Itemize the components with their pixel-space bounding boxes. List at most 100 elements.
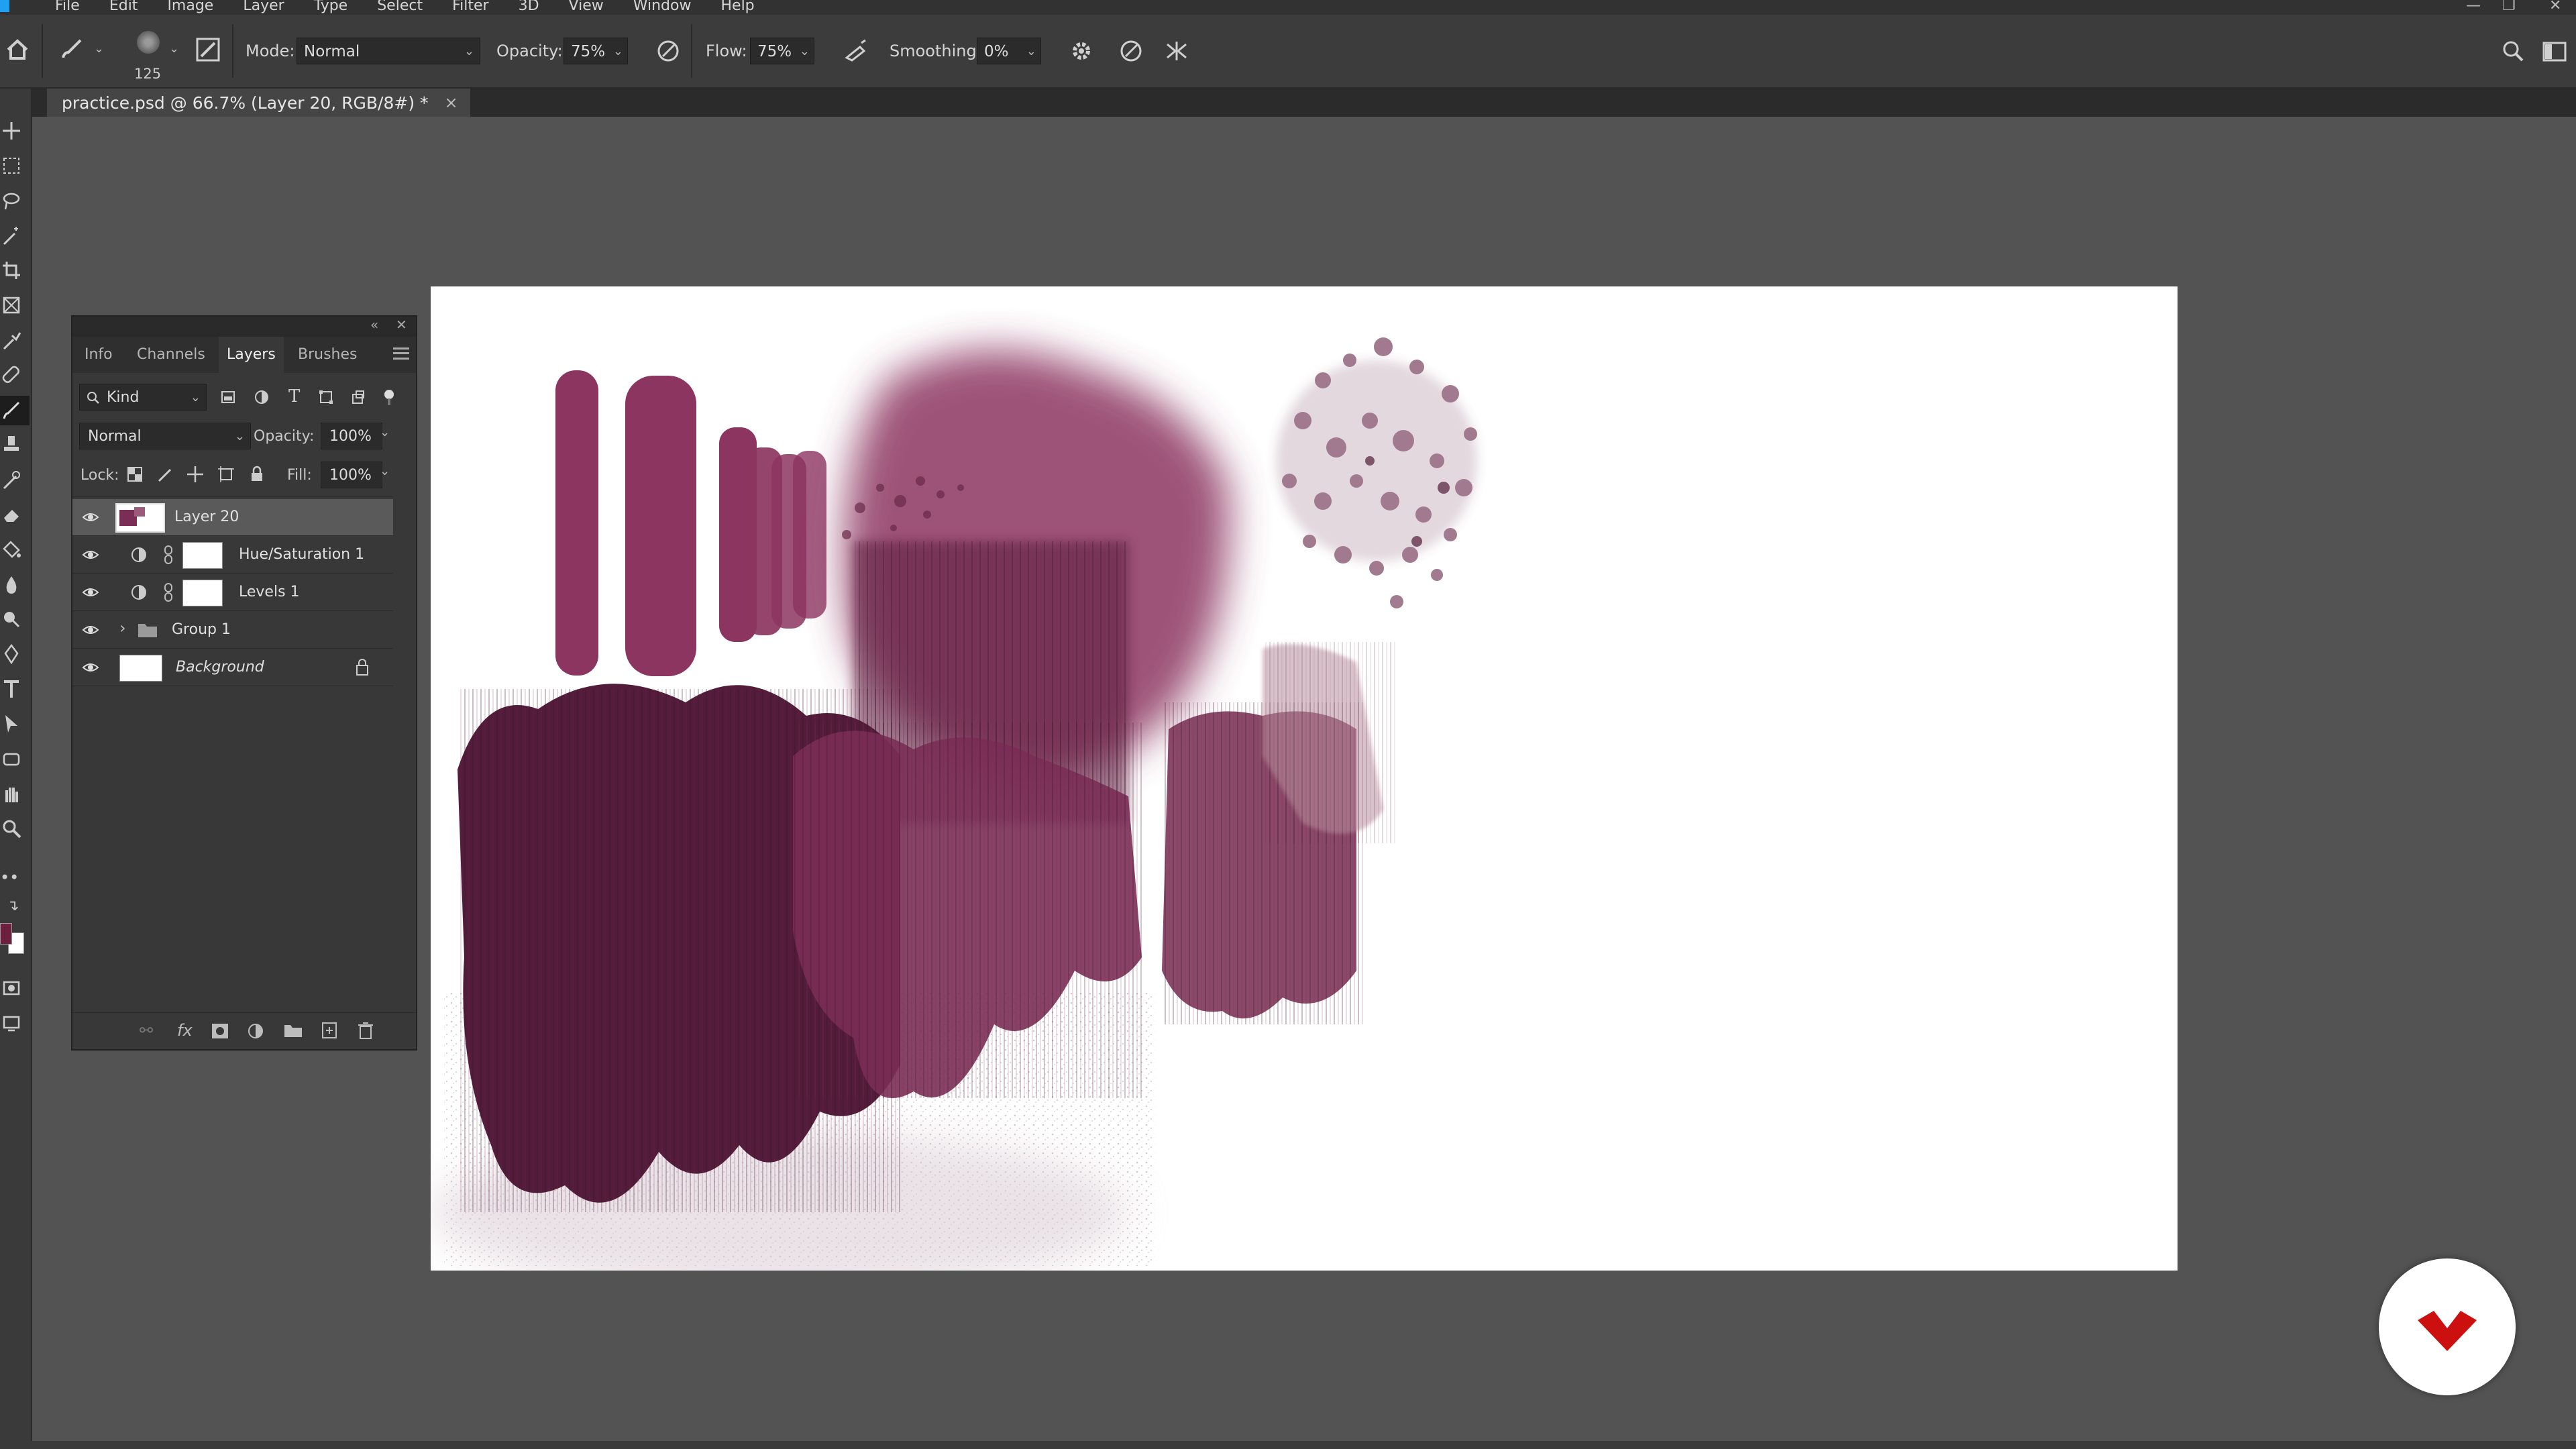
- layer-row-layer-20[interactable]: Layer 20: [72, 499, 393, 535]
- quick-mask-icon[interactable]: [1, 978, 21, 998]
- layer-opacity-input[interactable]: 100%: [321, 423, 382, 449]
- lock-transparent-icon[interactable]: [126, 466, 144, 483]
- layer-filter-select[interactable]: Kind ⌄: [79, 384, 207, 411]
- menu-edit[interactable]: Edit: [95, 0, 153, 13]
- history-brush-tool-icon[interactable]: [1, 470, 21, 490]
- visibility-eye-icon[interactable]: [82, 621, 99, 639]
- eyedropper-tool-icon[interactable]: [1, 330, 21, 350]
- filter-toggle-icon[interactable]: [382, 388, 396, 407]
- layer-name[interactable]: Hue/Saturation 1: [239, 546, 364, 563]
- lock-artboard-icon[interactable]: [217, 466, 235, 483]
- tool-preset-chevron-down-icon[interactable]: ⌄: [94, 42, 104, 56]
- tab-layers[interactable]: Layers: [219, 337, 284, 373]
- layer-row-levels-1[interactable]: Levels 1: [72, 574, 393, 610]
- symmetry-icon[interactable]: [1163, 38, 1190, 64]
- add-mask-icon[interactable]: [211, 1022, 229, 1040]
- brush-picker-chevron-down-icon[interactable]: ⌄: [169, 42, 179, 56]
- flow-input[interactable]: 75% ⌄: [750, 38, 814, 64]
- menu-image[interactable]: Image: [152, 0, 228, 13]
- opacity-input[interactable]: 75% ⌄: [564, 38, 628, 64]
- magic-wand-tool-icon[interactable]: [1, 225, 21, 246]
- pen-tool-icon[interactable]: [1, 644, 21, 664]
- healing-brush-tool-icon[interactable]: [1, 365, 21, 385]
- new-layer-icon[interactable]: [321, 1021, 338, 1040]
- brush-size-preview[interactable]: 125: [127, 28, 168, 85]
- layer-row-group-1[interactable]: › Group 1: [72, 612, 393, 648]
- marquee-tool-icon[interactable]: [1, 156, 21, 176]
- close-icon[interactable]: ×: [445, 93, 458, 112]
- close-window-icon[interactable]: ✕: [2549, 0, 2561, 14]
- filter-type-icon[interactable]: T: [288, 386, 300, 407]
- tab-brushes[interactable]: Brushes: [298, 337, 357, 373]
- more-tools-icon[interactable]: ••: [0, 868, 19, 887]
- smoothing-input[interactable]: 0% ⌄: [977, 38, 1041, 64]
- mask-link-icon[interactable]: [164, 582, 173, 602]
- menu-layer[interactable]: Layer: [228, 0, 299, 13]
- visibility-eye-icon[interactable]: [82, 546, 99, 564]
- menu-type[interactable]: Type: [299, 0, 363, 13]
- menu-window[interactable]: Window: [619, 0, 706, 13]
- home-icon[interactable]: [4, 36, 31, 63]
- collapse-panel-icon[interactable]: «: [370, 317, 378, 333]
- layer-name[interactable]: Layer 20: [174, 508, 239, 525]
- expand-group-chevron-right-icon[interactable]: ›: [119, 619, 126, 637]
- paint-bucket-tool-icon[interactable]: [1, 539, 21, 559]
- minimize-icon[interactable]: —: [2466, 0, 2481, 14]
- filter-shape-icon[interactable]: [318, 389, 334, 405]
- opacity-chevron-down-icon[interactable]: ⌄: [380, 425, 390, 439]
- mask-link-icon[interactable]: [164, 545, 173, 565]
- clone-stamp-tool-icon[interactable]: [1, 435, 21, 455]
- menu-file[interactable]: File: [40, 0, 95, 13]
- move-tool-icon[interactable]: [1, 121, 21, 141]
- path-selection-tool-icon[interactable]: [1, 714, 21, 734]
- screen-mode-icon[interactable]: [1, 1013, 21, 1033]
- brush-tool-icon[interactable]: [1, 400, 21, 420]
- airbrush-icon[interactable]: [843, 38, 869, 64]
- eraser-tool-icon[interactable]: [1, 504, 21, 525]
- pressure-size-icon[interactable]: [1118, 38, 1144, 64]
- zoom-tool-icon[interactable]: [1, 818, 21, 839]
- hand-tool-icon[interactable]: [1, 784, 21, 804]
- dodge-tool-icon[interactable]: [1, 609, 21, 629]
- filter-pixel-icon[interactable]: [220, 389, 236, 405]
- brush-tool-icon[interactable]: [58, 36, 85, 63]
- chevron-down-icon[interactable]: ⌄: [800, 38, 810, 65]
- lock-pixels-icon[interactable]: [157, 466, 174, 483]
- chevron-down-icon[interactable]: ⌄: [613, 38, 623, 65]
- blend-mode-select[interactable]: Normal ⌄: [79, 423, 251, 449]
- new-group-folder-icon[interactable]: [283, 1022, 303, 1038]
- layer-row-background[interactable]: Background: [72, 649, 393, 686]
- tab-channels[interactable]: Channels: [137, 337, 205, 373]
- layer-style-fx-icon[interactable]: fx: [177, 1021, 193, 1040]
- filter-adjustment-icon[interactable]: [254, 389, 270, 405]
- tab-info[interactable]: Info: [85, 337, 113, 373]
- document-tab[interactable]: practice.psd @ 66.7% (Layer 20, RGB/8#) …: [47, 89, 470, 117]
- layer-name[interactable]: Group 1: [172, 621, 231, 638]
- layer-name[interactable]: Background: [176, 659, 264, 676]
- mode-select[interactable]: Normal ⌄: [297, 38, 480, 64]
- type-tool-icon[interactable]: [1, 679, 21, 699]
- crop-tool-icon[interactable]: [1, 260, 21, 280]
- menu-view[interactable]: View: [554, 0, 619, 13]
- fill-chevron-down-icon[interactable]: ⌄: [380, 464, 390, 478]
- fill-input[interactable]: 100%: [321, 462, 382, 488]
- shape-tool-icon[interactable]: [1, 749, 21, 769]
- visibility-eye-icon[interactable]: [82, 508, 99, 526]
- chevron-down-icon[interactable]: ⌄: [1026, 38, 1036, 65]
- swap-colors-icon[interactable]: ↴: [7, 898, 19, 914]
- layer-row-hue-saturation-1[interactable]: Hue/Saturation 1: [72, 537, 393, 573]
- filter-smart-object-icon[interactable]: [350, 389, 366, 405]
- canvas[interactable]: [431, 286, 2178, 1271]
- search-icon[interactable]: [2500, 38, 2526, 64]
- gear-icon[interactable]: [1068, 38, 1095, 64]
- menu-3d[interactable]: 3D: [504, 0, 554, 13]
- brush-settings-icon[interactable]: [195, 36, 221, 63]
- close-panel-icon[interactable]: ✕: [396, 317, 407, 333]
- delete-layer-trash-icon[interactable]: [357, 1021, 374, 1040]
- restore-icon[interactable]: ❐: [2502, 0, 2516, 14]
- foreground-color-swatch[interactable]: [0, 923, 12, 945]
- lasso-tool-icon[interactable]: [1, 191, 21, 211]
- menu-filter[interactable]: Filter: [437, 0, 503, 13]
- layer-name[interactable]: Levels 1: [239, 584, 300, 600]
- panel-menu-icon[interactable]: [393, 347, 409, 360]
